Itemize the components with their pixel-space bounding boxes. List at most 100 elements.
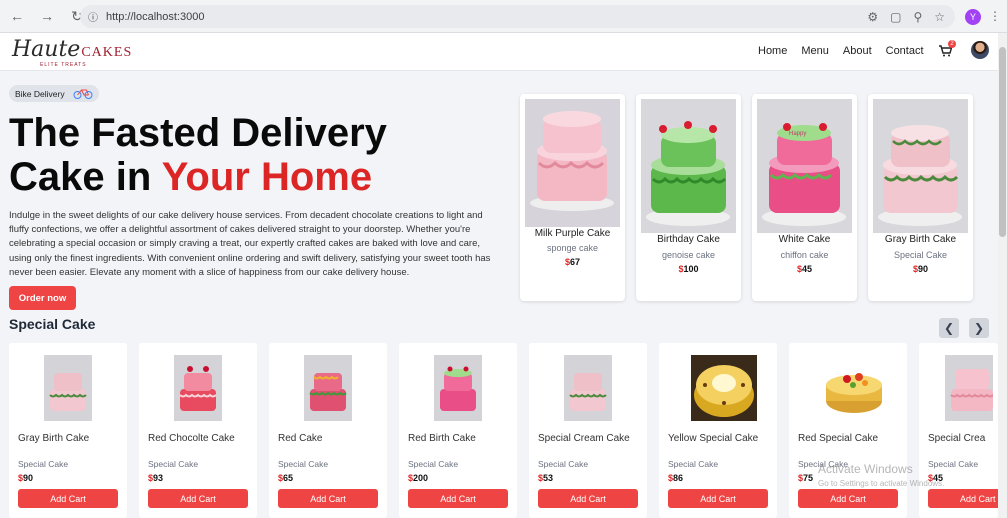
special-card[interactable]: Special Cream Cake Special Cake $53 Add …: [529, 343, 647, 518]
hero-title: The Fasted Delivery Cake in Your Home: [9, 111, 469, 199]
hero-description: Indulge in the sweet delights of our cak…: [9, 210, 491, 278]
order-now-button[interactable]: Order now: [9, 286, 76, 310]
add-cart-button[interactable]: Add Cart: [798, 489, 898, 508]
product-price: $100: [678, 264, 699, 274]
bicycle-icon: [73, 89, 93, 99]
url-text: http://localhost:3000: [106, 10, 205, 23]
logo-tagline: ELITE TREATS: [40, 62, 87, 68]
product-category: genoise cake: [661, 250, 716, 260]
add-cart-button[interactable]: Add Cart: [538, 489, 638, 508]
add-cart-button[interactable]: Add Cart: [148, 489, 248, 508]
scroll-thumb[interactable]: [999, 47, 1006, 237]
os-watermark-subtitle: Go to Settings to activate Windows.: [818, 479, 945, 488]
product-category: Special Cake: [148, 459, 199, 469]
featured-card[interactable]: Happy White Cake chiffon cake $45: [752, 94, 857, 301]
product-name: Gray Birth Cake: [884, 234, 957, 245]
zoom-icon[interactable]: ⚲: [913, 10, 922, 24]
user-avatar[interactable]: [971, 41, 989, 59]
product-category: sponge cake: [546, 243, 599, 253]
address-bar[interactable]: ⓘ http://localhost:3000 ⚙ ▢ ⚲ ☆: [80, 5, 955, 28]
product-category: Special Cake: [18, 459, 69, 469]
badge-label: Bike Delivery: [15, 88, 65, 99]
nav-about[interactable]: About: [843, 45, 872, 57]
add-cart-button[interactable]: Add Cart: [18, 489, 118, 508]
add-cart-button[interactable]: Add Cart: [668, 489, 768, 508]
product-price: $90: [912, 264, 929, 274]
delivery-badge: Bike Delivery: [9, 85, 99, 102]
chevron-right-icon: ❯: [973, 321, 985, 335]
forward-icon[interactable]: →: [38, 7, 56, 25]
bookmark-star-icon[interactable]: ☆: [934, 10, 945, 24]
special-card[interactable]: Red Special Cake Special Cake $75 Add Ca…: [789, 343, 907, 518]
add-cart-button[interactable]: Add Cart: [408, 489, 508, 508]
special-card[interactable]: Red Cake Special Cake $65 Add Cart: [269, 343, 387, 518]
product-price: $75: [798, 473, 814, 483]
special-card[interactable]: Gray Birth Cake Special Cake $90 Add Car…: [9, 343, 127, 518]
nav-menu[interactable]: Menu: [801, 45, 829, 57]
key-icon[interactable]: ⚙: [867, 10, 878, 24]
featured-card[interactable]: Gray Birth Cake Special Cake $90: [868, 94, 973, 301]
product-name: Red Chocolte Cake: [148, 433, 235, 444]
product-price: $90: [18, 473, 34, 483]
cart-count-badge: 2: [948, 40, 956, 48]
profile-avatar[interactable]: Y: [965, 9, 981, 25]
cart-button[interactable]: 2: [939, 40, 956, 60]
product-category: Special Cake: [893, 250, 948, 260]
special-card[interactable]: Red Birth Cake Special Cake $200 Add Car…: [399, 343, 517, 518]
logo[interactable]: Haute CAKES ELITE TREATS: [12, 37, 132, 68]
back-icon[interactable]: ←: [8, 7, 26, 25]
special-card[interactable]: Red Chocolte Cake Special Cake $93 Add C…: [139, 343, 257, 518]
add-cart-button[interactable]: Add Cart: [278, 489, 378, 508]
featured-card[interactable]: Birthday Cake genoise cake $100: [636, 94, 741, 301]
cake-image: Happy: [757, 99, 852, 233]
product-price: $65: [278, 473, 294, 483]
product-price: $53: [538, 473, 554, 483]
cake-image: [945, 355, 993, 421]
site-info-icon[interactable]: ⓘ: [88, 9, 98, 24]
page-scrollbar[interactable]: [998, 33, 1007, 518]
cake-image: [821, 355, 887, 421]
cake-image: [525, 99, 620, 227]
special-card[interactable]: Yellow Special Cake Special Cake $86 Add…: [659, 343, 777, 518]
product-name: Red Birth Cake: [408, 433, 476, 444]
hero-title-line1: The Fasted Delivery: [9, 111, 387, 155]
special-card[interactable]: Special Crea Special Cake $45 Add Cart: [919, 343, 998, 518]
product-category: chiffon cake: [780, 250, 829, 260]
product-price: $45: [796, 264, 813, 274]
site-header: Haute CAKES ELITE TREATS Home Menu About…: [0, 33, 998, 71]
add-cart-button[interactable]: Add Cart: [928, 489, 998, 508]
os-watermark-title: Activate Windows: [818, 462, 913, 476]
svg-text:Happy: Happy: [789, 131, 806, 137]
product-category: Special Cake: [928, 459, 979, 469]
product-name: Special Crea: [928, 433, 986, 444]
nav-contact[interactable]: Contact: [886, 45, 924, 57]
install-icon[interactable]: ▢: [890, 10, 901, 24]
product-category: Special Cake: [538, 459, 589, 469]
product-price: $86: [668, 473, 684, 483]
cake-image: [641, 99, 736, 233]
logo-main: Haute: [12, 37, 81, 62]
product-name: Milk Purple Cake: [534, 228, 611, 239]
product-category: Special Cake: [668, 459, 719, 469]
featured-card[interactable]: Milk Purple Cake sponge cake $67: [520, 94, 625, 301]
nav-home[interactable]: Home: [758, 45, 787, 57]
main-nav: Home Menu About Contact: [758, 45, 924, 57]
product-price: $200: [408, 473, 429, 483]
carousel-prev-button[interactable]: ❮: [939, 318, 959, 338]
hero-title-line2: Cake in: [9, 155, 162, 199]
product-name: White Cake: [778, 234, 831, 245]
cake-image: [691, 355, 757, 421]
cake-image: [873, 99, 968, 233]
product-name: Red Special Cake: [798, 433, 879, 444]
product-name: Yellow Special Cake: [668, 433, 759, 444]
product-name: Gray Birth Cake: [18, 433, 90, 444]
product-name: Birthday Cake: [657, 234, 720, 245]
hero-title-accent: Your Home: [161, 155, 373, 199]
cake-image: [174, 355, 222, 421]
product-name: Special Cream Cake: [538, 433, 630, 444]
special-section-title: Special Cake: [9, 316, 96, 332]
carousel-next-button[interactable]: ❯: [969, 318, 989, 338]
product-name: Red Cake: [278, 433, 323, 444]
browser-menu-icon[interactable]: ⋮: [989, 9, 1001, 23]
cake-image: [564, 355, 612, 421]
